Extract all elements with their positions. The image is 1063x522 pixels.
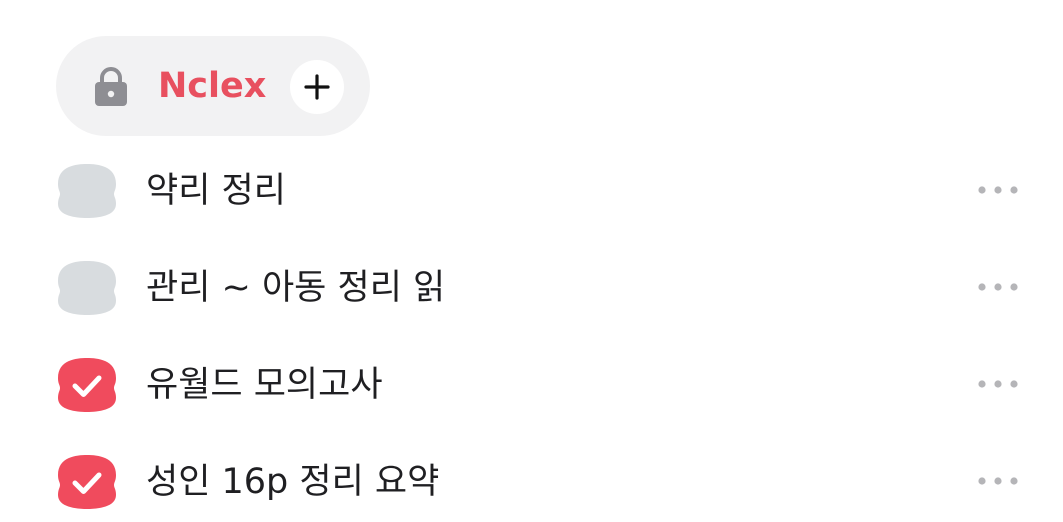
more-options-icon[interactable] bbox=[972, 366, 1024, 402]
checkbox-unchecked-icon[interactable] bbox=[54, 257, 120, 319]
todo-text: 약리 정리 bbox=[146, 171, 286, 211]
category-chip[interactable]: Nclex bbox=[56, 36, 370, 136]
todo-item[interactable]: 성인 16p 정리 요약 bbox=[0, 441, 1063, 521]
category-title: Nclex bbox=[158, 66, 267, 106]
todo-item[interactable]: 관리 ~ 아동 정리 읽 bbox=[0, 247, 1063, 327]
more-options-icon[interactable] bbox=[972, 269, 1024, 305]
todo-text: 성인 16p 정리 요약 bbox=[146, 462, 440, 502]
todo-text: 유월드 모의고사 bbox=[146, 365, 383, 405]
todo-text: 관리 ~ 아동 정리 읽 bbox=[146, 268, 446, 308]
todo-item[interactable]: 약리 정리 bbox=[0, 150, 1063, 230]
checkbox-unchecked-icon[interactable] bbox=[54, 160, 120, 222]
add-todo-button[interactable] bbox=[290, 60, 344, 114]
todo-item[interactable]: 유월드 모의고사 bbox=[0, 344, 1063, 424]
checkbox-checked-icon[interactable] bbox=[54, 451, 120, 513]
plus-icon bbox=[304, 74, 330, 100]
more-options-icon[interactable] bbox=[972, 172, 1024, 208]
checkbox-checked-icon[interactable] bbox=[54, 354, 120, 416]
lock-icon bbox=[92, 66, 130, 106]
more-options-icon[interactable] bbox=[972, 463, 1024, 499]
